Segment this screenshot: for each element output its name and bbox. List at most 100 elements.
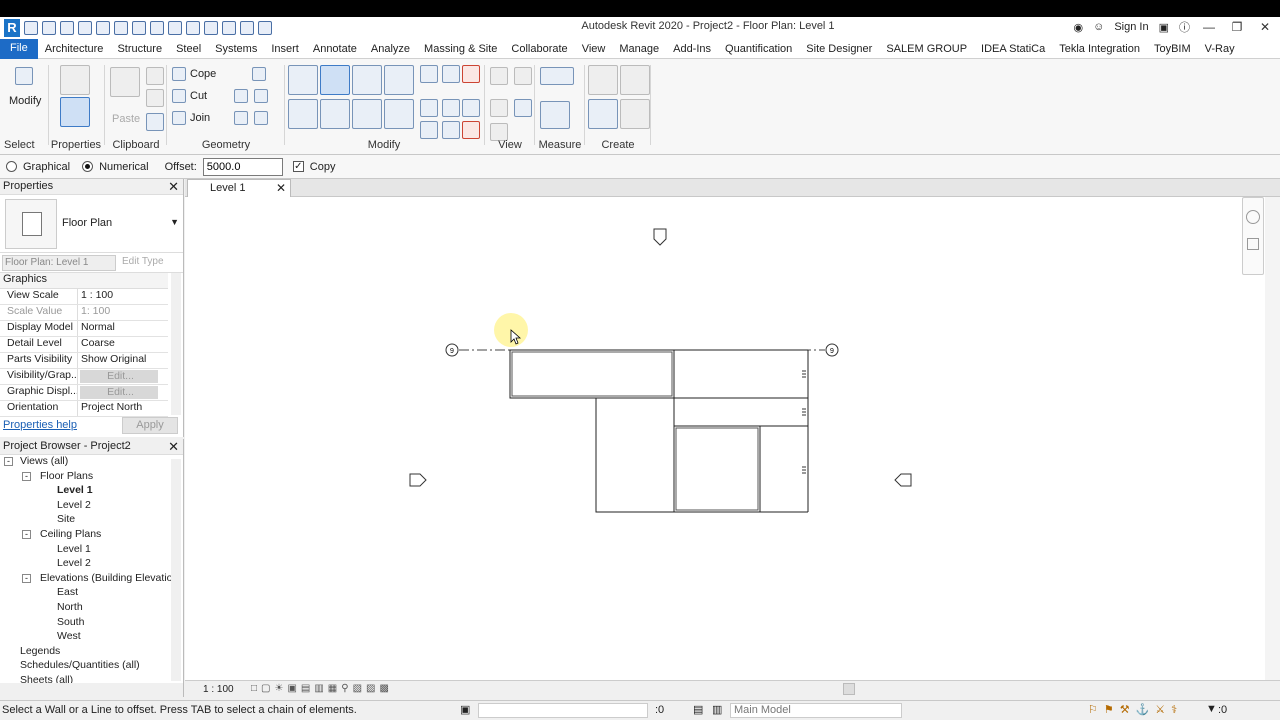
- type-selector[interactable]: Floor Plan ▼: [0, 195, 183, 253]
- array-icon[interactable]: [420, 99, 438, 117]
- tab-site-designer[interactable]: Site Designer: [799, 43, 879, 55]
- horizontal-scroll-thumb[interactable]: [843, 683, 855, 695]
- wall-room-bottom-left[interactable]: [595, 397, 675, 513]
- property-row[interactable]: Visibility/Grap... Edit...: [0, 369, 168, 385]
- tree-item[interactable]: - Ceiling Plans: [0, 528, 170, 543]
- tree-item[interactable]: - Floor Plans: [0, 470, 170, 485]
- override-graphics-icon[interactable]: [514, 67, 532, 85]
- tree-item[interactable]: East: [0, 586, 170, 601]
- tree-item-label[interactable]: Level 1: [57, 543, 91, 555]
- modify-button-label[interactable]: Modify: [9, 95, 41, 107]
- tab-manage[interactable]: Manage: [612, 43, 666, 55]
- worksets-icon[interactable]: ▣: [460, 703, 470, 716]
- cope-icon[interactable]: [172, 67, 186, 81]
- numerical-radio[interactable]: [82, 161, 94, 172]
- canvas-vertical-scrollbar[interactable]: [1265, 197, 1280, 682]
- scale-icon[interactable]: [442, 99, 460, 117]
- dimension-icon[interactable]: [150, 21, 164, 35]
- measure-icon[interactable]: [132, 21, 146, 35]
- tab-architecture[interactable]: Architecture: [38, 43, 111, 55]
- design-option-selector[interactable]: Main Model: [730, 703, 902, 718]
- demolish-icon[interactable]: [254, 89, 268, 103]
- tree-item[interactable]: Site: [0, 513, 170, 528]
- rotate-icon[interactable]: [352, 99, 382, 129]
- sign-in-link[interactable]: Sign In: [1114, 21, 1148, 33]
- tree-item-label[interactable]: Schedules/Quantities (all): [20, 659, 140, 671]
- match-properties-icon[interactable]: [146, 113, 164, 131]
- cope-label[interactable]: Cope: [190, 68, 216, 80]
- tree-item[interactable]: Level 1: [0, 484, 170, 499]
- elevation-marker-north[interactable]: [653, 228, 667, 246]
- save-icon[interactable]: [42, 21, 56, 35]
- delete-icon[interactable]: [462, 121, 480, 139]
- switch-windows-icon[interactable]: [258, 21, 272, 35]
- property-row[interactable]: Parts Visibility Show Original: [0, 353, 168, 369]
- tab-systems[interactable]: Systems: [208, 43, 264, 55]
- tree-item-label[interactable]: North: [57, 601, 83, 613]
- properties-icon[interactable]: [60, 97, 90, 127]
- undo-icon[interactable]: [78, 21, 92, 35]
- close-window-button[interactable]: ✕: [1256, 20, 1274, 34]
- tree-item-label[interactable]: Elevations (Building Elevatio: [40, 572, 173, 584]
- pin-icon[interactable]: [462, 99, 480, 117]
- print-icon[interactable]: [114, 21, 128, 35]
- drawing-area[interactable]: 9 9: [185, 197, 1265, 680]
- instance-selector[interactable]: Floor Plan: Level 1: [2, 255, 116, 271]
- close-icon[interactable]: ✕: [276, 181, 286, 195]
- modify-cursor-icon[interactable]: [15, 67, 33, 85]
- tree-item[interactable]: Level 2: [0, 557, 170, 572]
- tab-toybim[interactable]: ToyBIM: [1147, 43, 1198, 55]
- tree-item[interactable]: West: [0, 630, 170, 645]
- cut-geometry-icon[interactable]: [172, 89, 186, 103]
- user-icon[interactable]: ☺: [1093, 21, 1104, 33]
- wall-room-top-left[interactable]: [509, 349, 675, 399]
- design-options-icon[interactable]: ▤: [693, 703, 703, 716]
- tab-collaborate[interactable]: Collaborate: [504, 43, 574, 55]
- tree-item[interactable]: - Elevations (Building Elevatio: [0, 572, 173, 587]
- property-row[interactable]: Graphic Displ... Edit...: [0, 385, 168, 401]
- thin-lines-icon[interactable]: [240, 21, 254, 35]
- tree-item-label[interactable]: West: [57, 630, 81, 642]
- properties-help-link[interactable]: Properties help: [3, 419, 77, 431]
- tab-massing-site[interactable]: Massing & Site: [417, 43, 504, 55]
- elevation-marker-west[interactable]: [409, 473, 427, 487]
- offset-icon[interactable]: [320, 65, 350, 95]
- tree-item[interactable]: Level 2: [0, 499, 170, 514]
- mirror-pick-axis-icon[interactable]: [352, 65, 382, 95]
- collapse-icon[interactable]: -: [22, 471, 31, 481]
- property-value[interactable]: Project North: [78, 401, 168, 416]
- tab-analyze[interactable]: Analyze: [364, 43, 417, 55]
- select-panel-label[interactable]: Select: [0, 139, 48, 151]
- tree-item[interactable]: North: [0, 601, 170, 616]
- collapse-icon[interactable]: -: [22, 573, 31, 583]
- split-face-icon[interactable]: [252, 67, 266, 81]
- tab-salem-group[interactable]: SALEM GROUP: [879, 43, 974, 55]
- paste-icon[interactable]: [110, 67, 140, 97]
- copy-checkbox[interactable]: ✓: [292, 161, 304, 172]
- property-row[interactable]: Display Model Normal: [0, 321, 168, 337]
- revit-logo-icon[interactable]: R: [4, 19, 20, 37]
- tab-structure[interactable]: Structure: [110, 43, 169, 55]
- zoom-icon[interactable]: [1247, 238, 1259, 250]
- collapse-icon[interactable]: -: [22, 529, 31, 539]
- line-style-icon[interactable]: [514, 99, 532, 117]
- open-icon[interactable]: [24, 21, 38, 35]
- property-value[interactable]: Normal: [78, 321, 168, 336]
- offset-input[interactable]: [202, 157, 283, 176]
- cut-geometry-label[interactable]: Cut: [190, 90, 207, 102]
- tab-v-ray[interactable]: V-Ray: [1198, 43, 1242, 55]
- join-icon[interactable]: [172, 111, 186, 125]
- text-icon[interactable]: [186, 21, 200, 35]
- create-similar-icon[interactable]: [620, 99, 650, 129]
- property-row[interactable]: Detail Level Coarse: [0, 337, 168, 353]
- tag-icon[interactable]: [168, 21, 182, 35]
- paint-icon[interactable]: [234, 111, 248, 125]
- tree-item-label[interactable]: Site: [57, 513, 75, 525]
- navigation-bar[interactable]: [1242, 197, 1264, 275]
- tab-insert[interactable]: Insert: [264, 43, 306, 55]
- graphics-group-header[interactable]: Graphics: [0, 273, 168, 289]
- tree-item-label[interactable]: East: [57, 586, 78, 598]
- tree-item-label[interactable]: Views (all): [20, 455, 68, 467]
- remove-paint-icon[interactable]: [254, 111, 268, 125]
- view-scale[interactable]: 1 : 100: [203, 684, 234, 695]
